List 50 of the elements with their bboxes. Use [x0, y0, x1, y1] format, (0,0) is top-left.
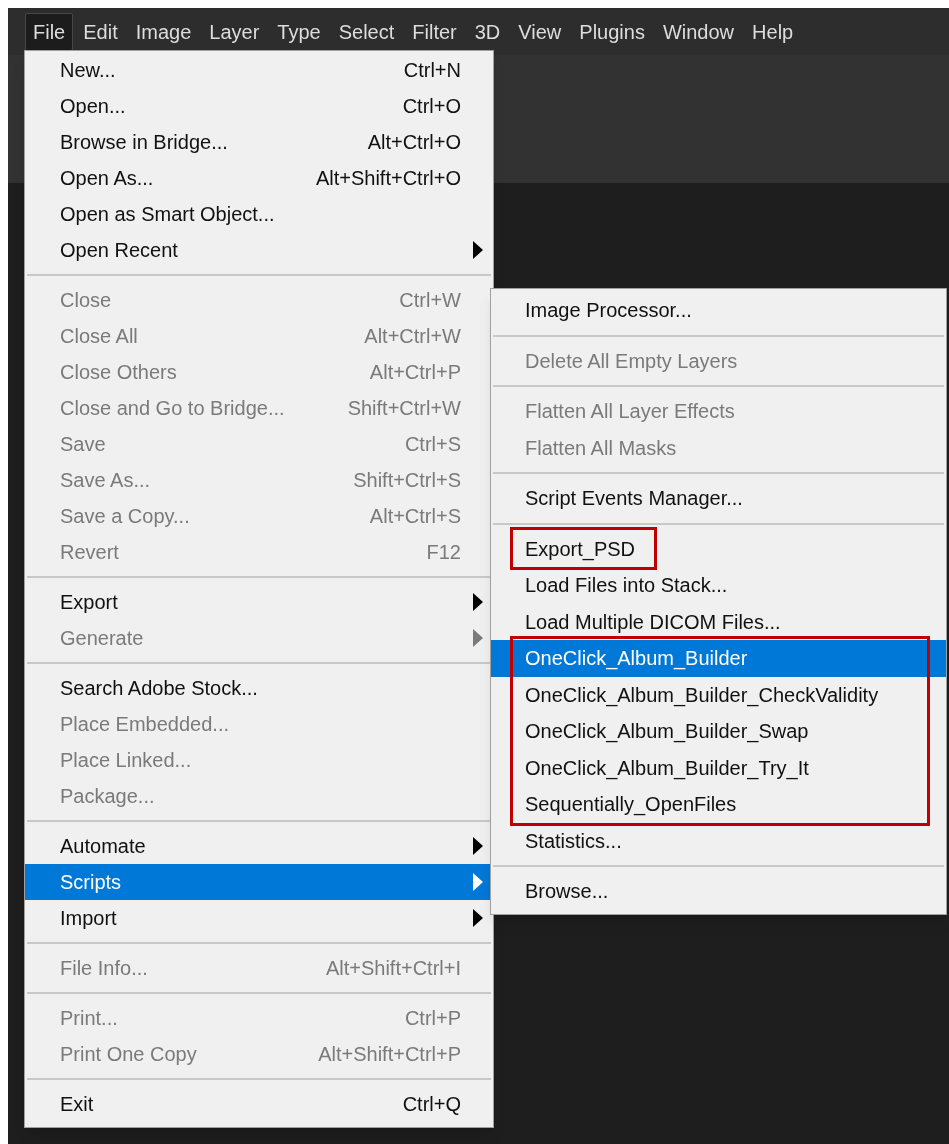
menu-bar-item[interactable]: Layer [201, 12, 268, 51]
menu-item[interactable]: Browse in Bridge... Alt+Ctrl+O [25, 124, 493, 160]
shortcut-text: Shift+Ctrl+W [347, 396, 461, 421]
shortcut-text: Alt+Ctrl+O [367, 130, 461, 155]
menu-bar-item[interactable]: Help [744, 12, 802, 51]
shortcut-text: Alt+Ctrl+W [364, 324, 461, 349]
menu-item[interactable]: New... Ctrl+N [25, 52, 493, 88]
menu-item[interactable]: Script Events Manager... [491, 480, 946, 517]
shortcut-text: Shift+Ctrl+S [353, 468, 461, 493]
menu-item[interactable]: OneClick_Album_Builder_CheckValidity [491, 676, 946, 713]
menu-item[interactable]: Load Multiple DICOM Files... [491, 603, 946, 640]
menu-bar-item[interactable]: Window [654, 12, 743, 51]
shortcut-text: Alt+Shift+Ctrl+I [325, 956, 461, 981]
menu-item[interactable]: OneClick_Album_Builder [491, 640, 946, 677]
shortcut-text: Alt+Shift+Ctrl+P [318, 1042, 461, 1067]
shortcut-text: Ctrl+S [404, 432, 461, 457]
menu-item[interactable]: Export [25, 584, 493, 620]
menu-item[interactable]: Statistics... [491, 822, 946, 859]
menu-item[interactable]: Browse... [491, 873, 946, 910]
shortcut-text: Ctrl+P [404, 1006, 461, 1031]
shortcut-text: Alt+Shift+Ctrl+O [315, 166, 461, 191]
menu-bar-item[interactable]: Image [127, 12, 200, 51]
shortcut-text: Alt+Ctrl+P [369, 360, 461, 385]
menu-item[interactable]: Open As... Alt+Shift+Ctrl+O [25, 160, 493, 196]
menu-item[interactable]: Open as Smart Object... [25, 196, 493, 232]
menu-item[interactable]: OneClick_Album_Builder_Try_It [491, 749, 946, 786]
menu-bar-item[interactable]: Plugins [571, 12, 653, 51]
menu-item[interactable]: OneClick_Album_Builder_Swap [491, 713, 946, 750]
menu-bar-item[interactable]: Select [330, 12, 403, 51]
menu-item[interactable]: Search Adobe Stock... [25, 670, 493, 706]
shortcut-text: Ctrl+W [399, 288, 461, 313]
menu-bar-item[interactable]: 3D [466, 12, 509, 51]
shortcut-text: Alt+Ctrl+S [369, 504, 461, 529]
menu-item[interactable]: Image Processor... [491, 292, 946, 329]
shortcut-text: Ctrl+O [402, 94, 461, 119]
menu-bar-item[interactable]: File [25, 12, 74, 51]
menu-bar-item[interactable]: Filter [404, 12, 465, 51]
menu-item[interactable]: Open... Ctrl+O [25, 88, 493, 124]
menu-bar-item[interactable]: View [510, 12, 570, 51]
menu-bar-item[interactable]: Edit [75, 12, 126, 51]
shortcut-text: Ctrl+Q [402, 1092, 461, 1117]
menu-bar-item[interactable]: Type [269, 12, 329, 51]
menu-item[interactable]: Automate [25, 828, 493, 864]
menu-item[interactable]: Import [25, 900, 493, 936]
menu-item[interactable]: Exit Ctrl+Q [25, 1086, 493, 1122]
shortcut-text: Ctrl+N [403, 58, 461, 83]
menu-item[interactable]: Load Files into Stack... [491, 567, 946, 604]
menu-item[interactable]: Open Recent [25, 232, 493, 268]
menu-item[interactable]: Scripts [25, 864, 493, 900]
shortcut-text: F12 [426, 540, 461, 565]
